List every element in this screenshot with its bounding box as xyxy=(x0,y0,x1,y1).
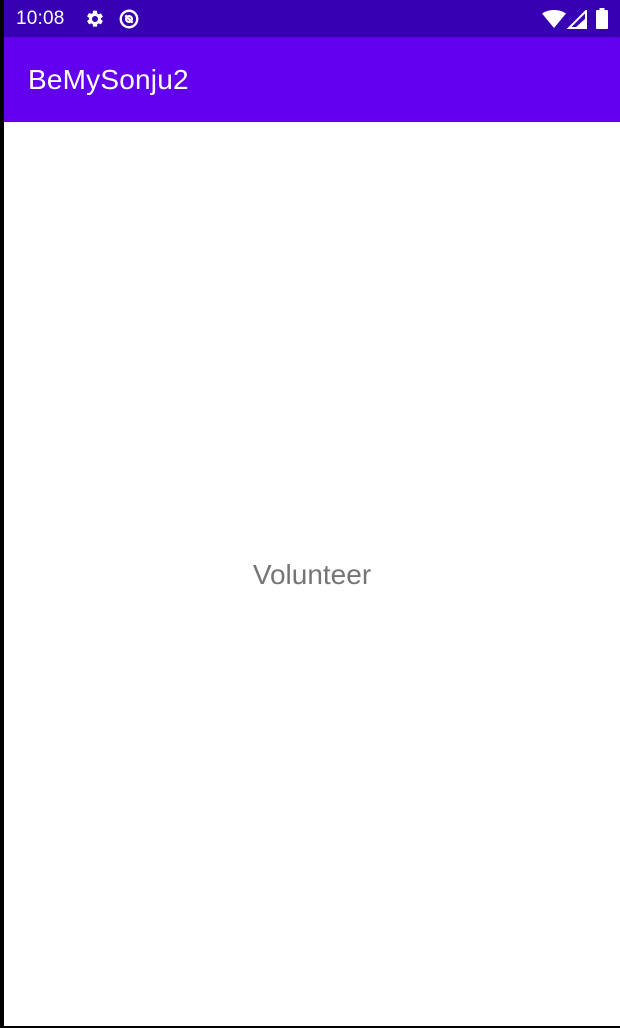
status-bar: 10:08 xyxy=(4,0,620,37)
app-screen: 10:08 BeMySonju2 Volunteer xyxy=(4,0,620,1026)
battery-icon xyxy=(596,8,608,29)
main-content: Volunteer xyxy=(4,122,620,1026)
data-saver-icon xyxy=(119,9,139,29)
app-toolbar: BeMySonju2 xyxy=(4,37,620,122)
wifi-icon xyxy=(542,10,566,28)
settings-icon xyxy=(87,10,103,27)
signal-icon xyxy=(567,10,587,29)
volunteer-label: Volunteer xyxy=(252,559,372,590)
status-time: 10:08 xyxy=(16,8,65,29)
app-title: BeMySonju2 xyxy=(28,64,189,95)
